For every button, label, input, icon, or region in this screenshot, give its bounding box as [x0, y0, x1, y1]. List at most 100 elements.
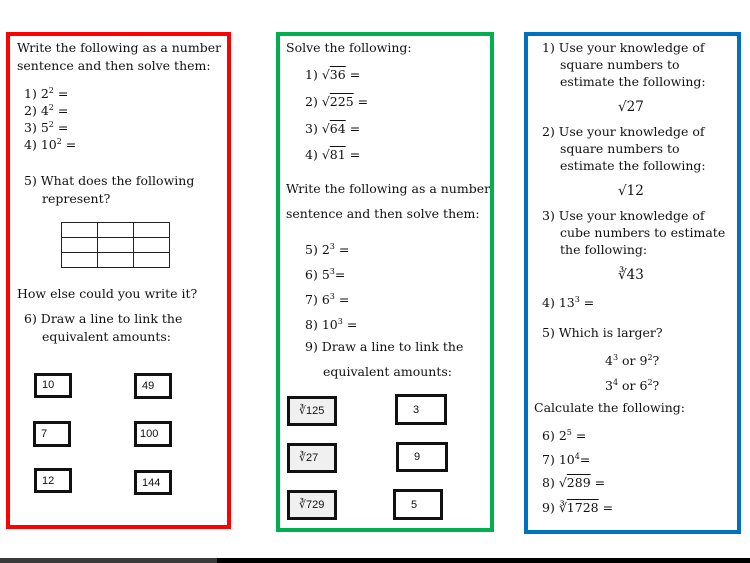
green-sqrt-3: 3) √64 =: [305, 121, 361, 136]
blue-question-3-line-3: the following:: [560, 242, 648, 257]
green-cube-7: 7) 63 =: [305, 289, 349, 308]
grid-row: [61, 252, 170, 268]
q-num: 2): [305, 94, 318, 109]
q-num: 7): [542, 452, 555, 467]
blue-question-2-line-3: estimate the following:: [560, 158, 706, 173]
equals: =: [349, 147, 361, 162]
q-num: 7): [305, 292, 318, 307]
match-box-right: 9: [396, 442, 448, 472]
green-cube-8: 8) 103 =: [305, 314, 357, 333]
match-box-left: 10: [34, 373, 72, 398]
radicand: 225: [329, 94, 354, 109]
blue-question-9: 9) ∛1728 =: [542, 500, 613, 516]
equals: =: [571, 428, 587, 443]
sqrt-symbol: √: [558, 475, 567, 490]
radicand: 64: [329, 121, 346, 136]
blue-question-5: 5) Which is larger?: [542, 325, 663, 340]
base: 10: [558, 452, 575, 467]
or-text: or: [618, 378, 640, 393]
q-num: 9): [542, 500, 555, 515]
base: 10: [40, 137, 57, 152]
red-question-5-line-1: 5) What does the following: [24, 173, 195, 188]
base: 2: [558, 428, 567, 443]
red-question-4: 4) 102 =: [24, 134, 76, 153]
green-intro2-line-1: Write the following as a number: [286, 181, 491, 196]
equals: =: [346, 317, 358, 332]
base: 6: [321, 292, 330, 307]
base: 13: [558, 295, 575, 310]
blue-question-8: 8) √289 =: [542, 475, 605, 491]
how-else-text: How else could you write it?: [17, 286, 198, 301]
equals: =: [338, 292, 350, 307]
base: 10: [321, 317, 338, 332]
green-intro2-line-2: sentence and then solve them:: [286, 206, 480, 221]
or-text: or: [618, 353, 640, 368]
blue-question-3-line-2: cube numbers to estimate: [560, 225, 726, 240]
q-num: 4): [542, 295, 555, 310]
base: 5: [321, 267, 330, 282]
equals: =: [579, 295, 595, 310]
blue-question-6: 6) 25 =: [542, 425, 586, 444]
equals: =: [338, 242, 350, 257]
blue-question-3-expression: ∛43: [618, 267, 644, 283]
q-num: 6): [305, 267, 318, 282]
scrollbar-thumb[interactable]: [0, 558, 217, 563]
radicand: 81: [329, 147, 346, 162]
blue-question-5-compare-b: 34 or 62?: [605, 375, 659, 394]
match-box-right: 144: [134, 470, 172, 495]
blue-question-3-line-1: 3) Use your knowledge of: [542, 208, 705, 223]
base: 4: [40, 103, 49, 118]
q-num: 2): [24, 103, 37, 118]
blue-question-1-line-3: estimate the following:: [560, 74, 706, 89]
match-box-right: 100: [134, 421, 172, 447]
blue-question-1-expression: √27: [618, 99, 644, 115]
red-intro-line-1: Write the following as a number: [17, 40, 222, 55]
blue-question-4: 4) 133 =: [542, 292, 594, 311]
grid-cell: [61, 237, 98, 253]
equals: =: [349, 67, 361, 82]
q-num: 1): [305, 67, 318, 82]
green-intro: Solve the following:: [286, 40, 412, 55]
cube-root-symbol: ∛: [558, 500, 567, 515]
radicand: 36: [329, 67, 346, 82]
green-sqrt-1: 1) √36 =: [305, 67, 361, 82]
radicand: 1728: [566, 500, 599, 515]
equals: =: [349, 121, 361, 136]
blue-question-2-line-2: square numbers to: [560, 141, 680, 156]
grid-row: [61, 237, 170, 253]
exponent: 3: [337, 317, 343, 326]
red-question-5-line-2: represent?: [42, 191, 111, 206]
q-num: 6): [542, 428, 555, 443]
match-box-right: 49: [134, 373, 172, 399]
equals: =: [598, 500, 614, 515]
green-cube-6: 6) 53=: [305, 264, 345, 283]
exponent: 3: [329, 242, 335, 251]
grid-cell: [133, 252, 170, 268]
q-num: 4): [24, 137, 37, 152]
bottom-bar: [0, 558, 750, 563]
blue-question-5-compare-a: 43 or 92?: [605, 350, 659, 369]
base: 5: [40, 120, 49, 135]
calculate-heading: Calculate the following:: [534, 400, 685, 415]
q-num: 8): [305, 317, 318, 332]
equals: =: [53, 103, 69, 118]
green-question-9-line-2: equivalent amounts:: [323, 364, 452, 379]
grid-cell: [97, 252, 134, 268]
green-question-9-line-1: 9) Draw a line to link the: [305, 339, 464, 354]
q-num: 1): [24, 86, 37, 101]
question-mark: ?: [652, 353, 660, 368]
grid-cell: [97, 237, 134, 253]
blue-question-2-line-1: 2) Use your knowledge of: [542, 124, 705, 139]
match-box-left: ∛27: [287, 443, 337, 473]
match-box-left: 7: [33, 421, 71, 447]
q-num: 8): [542, 475, 555, 490]
equals: =: [357, 94, 369, 109]
equals: =: [53, 86, 69, 101]
grid-cell: [133, 222, 170, 238]
base: 2: [40, 86, 49, 101]
grid-cell: [133, 237, 170, 253]
q-num: 3): [24, 120, 37, 135]
q-num: 4): [305, 147, 318, 162]
grid-cell: [97, 222, 134, 238]
q-num: 5): [305, 242, 318, 257]
